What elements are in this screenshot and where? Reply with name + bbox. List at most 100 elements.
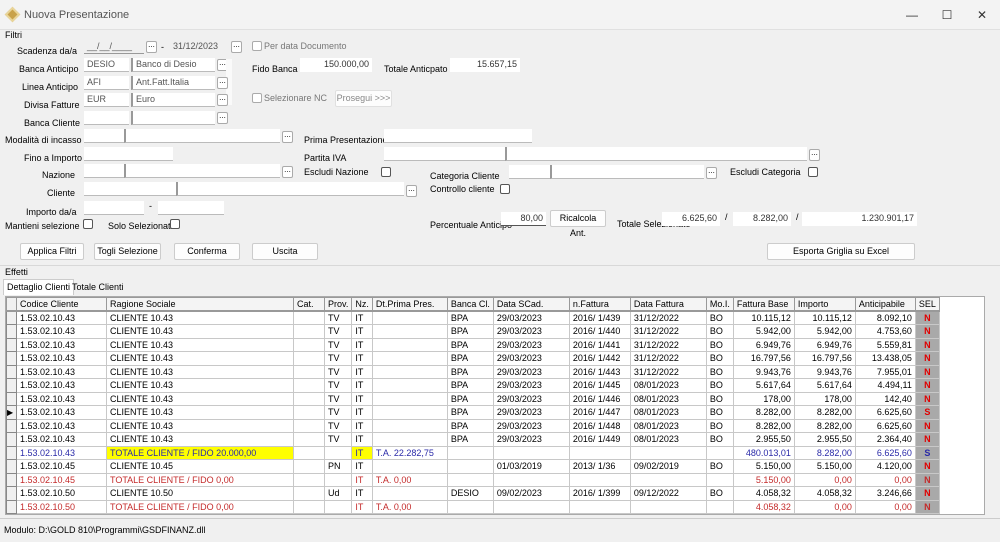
tab-totale-clienti[interactable]: Totale Clienti	[70, 281, 126, 293]
cell-fattura-base[interactable]: 480.013,01	[732, 445, 795, 460]
nazione-code-input[interactable]	[84, 164, 124, 178]
categoria-code-input[interactable]	[509, 165, 550, 179]
cell-importo[interactable]: 8.282,00	[793, 405, 856, 420]
table-row[interactable]: 1.53.02.10.43 CLIENTE 10.43 TV IT BPA 29/03/2…	[6, 337, 940, 352]
cell-data-fattura[interactable]: 08/01/2023	[629, 418, 707, 433]
column-header-codice-cliente[interactable]: Codice Cliente	[16, 297, 107, 312]
cell-importo[interactable]: 5.617,64	[793, 378, 856, 393]
categoria-desc-input[interactable]	[550, 165, 704, 179]
cell-sel[interactable]: N	[914, 486, 940, 501]
cell-fattura-base[interactable]: 8.282,00	[732, 405, 795, 420]
cell-mo-i[interactable]: BO	[705, 405, 734, 420]
table-row[interactable]: 1.53.02.10.43 CLIENTE 10.43 TV IT BPA 29/03/2…	[6, 432, 940, 447]
table-row[interactable]: 1.53.02.10.43 CLIENTE 10.43 TV IT BPA 29/03/2…	[6, 324, 940, 339]
cell-anticipabile[interactable]: 13.438,05	[854, 351, 916, 366]
scadenza-from-picker-button[interactable]: ...	[146, 41, 157, 53]
cell-data-fattura[interactable]: 09/12/2022	[629, 486, 707, 501]
cell-banca-cl[interactable]: BPA	[446, 405, 494, 420]
cell-mo-i[interactable]: BO	[705, 324, 734, 339]
cell-n-fattura[interactable]: 2016/ 1/443	[568, 364, 631, 379]
linea-anticipo-code-input[interactable]: AFI	[84, 76, 129, 90]
cell-nz[interactable]: IT	[351, 351, 373, 366]
column-header-data-scad[interactable]: Data SCad.	[492, 297, 570, 312]
cell-ragione-sociale[interactable]: CLIENTE 10.43	[106, 432, 294, 447]
cell-codice-cliente[interactable]: 1.53.02.10.43	[16, 391, 107, 406]
cell-prov[interactable]	[323, 445, 353, 460]
cell-anticipabile[interactable]: 4.494,11	[854, 378, 916, 393]
cell-fattura-base[interactable]: 16.797,56	[732, 351, 795, 366]
cell-codice-cliente[interactable]: 1.53.02.10.43	[16, 405, 107, 420]
cell-nz[interactable]: IT	[351, 499, 373, 514]
cell-n-fattura[interactable]	[568, 445, 631, 460]
cell-anticipabile[interactable]: 6.625,60	[854, 405, 916, 420]
cell-ragione-sociale[interactable]: CLIENTE 10.43	[106, 364, 294, 379]
cell-importo[interactable]: 5.942,00	[793, 324, 856, 339]
cell-banca-cl[interactable]: BPA	[446, 391, 494, 406]
column-header-sel[interactable]: SEL	[914, 297, 940, 312]
cell-ragione-sociale[interactable]: CLIENTE 10.50	[106, 486, 294, 501]
cell-anticipabile[interactable]: 5.559,81	[854, 337, 916, 352]
cell-mo-i[interactable]	[705, 472, 734, 487]
conferma-button[interactable]: Conferma	[174, 243, 240, 260]
cell-fattura-base[interactable]: 8.282,00	[732, 418, 795, 433]
banca-cliente-code-input[interactable]	[84, 111, 129, 125]
prosegui-button[interactable]: Prosegui >>>	[335, 90, 392, 107]
cell-sel[interactable]: N	[914, 337, 940, 352]
cell-ragione-sociale[interactable]: TOTALE CLIENTE / FIDO 0,00	[106, 472, 294, 487]
cell-n-fattura[interactable]: 2016/ 1/445	[568, 378, 631, 393]
cell-n-fattura[interactable]: 2016/ 1/442	[568, 351, 631, 366]
cell-data-fattura[interactable]: 31/12/2022	[629, 310, 707, 325]
cell-banca-cl[interactable]: DESIO	[446, 486, 494, 501]
cell-banca-cl[interactable]	[446, 445, 494, 460]
cell-n-fattura[interactable]: 2016/ 1/441	[568, 337, 631, 352]
divisa-lookup-button[interactable]: ...	[217, 94, 228, 106]
cell-data-scad[interactable]: 29/03/2023	[492, 378, 570, 393]
row-selector[interactable]	[6, 486, 17, 501]
column-header-anticipabile[interactable]: Anticipabile	[854, 297, 916, 312]
cell-codice-cliente[interactable]: 1.53.02.10.43	[16, 378, 107, 393]
cell-fattura-base[interactable]: 5.617,64	[732, 378, 795, 393]
cell-prov[interactable]: TV	[323, 418, 353, 433]
cell-nz[interactable]: IT	[351, 445, 373, 460]
cell-anticipabile[interactable]: 142,40	[854, 391, 916, 406]
cell-data-scad[interactable]: 09/02/2023	[492, 486, 570, 501]
row-selector[interactable]	[6, 364, 17, 379]
cell-ragione-sociale[interactable]: CLIENTE 10.43	[106, 351, 294, 366]
cell-importo[interactable]: 9.943,76	[793, 364, 856, 379]
cell-nz[interactable]: IT	[351, 337, 373, 352]
cell-sel[interactable]: N	[914, 310, 940, 325]
cell-prov[interactable]	[323, 472, 353, 487]
cell-fattura-base[interactable]: 4.058,32	[732, 499, 795, 514]
cell-sel[interactable]: N	[914, 351, 940, 366]
cell-fattura-base[interactable]: 5.150,00	[732, 472, 795, 487]
table-row[interactable]: 1.53.02.10.43 TOTALE CLIENTE / FIDO 20.00…	[6, 445, 940, 460]
cell-nz[interactable]: IT	[351, 405, 373, 420]
scadenza-to-input[interactable]: 31/12/2023	[170, 40, 229, 54]
cell-mo-i[interactable]: BO	[705, 351, 734, 366]
row-selector[interactable]	[6, 472, 17, 487]
cell-cat[interactable]	[293, 351, 325, 366]
cell-banca-cl[interactable]: BPA	[446, 310, 494, 325]
row-selector[interactable]	[6, 378, 17, 393]
cell-n-fattura[interactable]: 2016/ 1/440	[568, 324, 631, 339]
applica-filtri-button[interactable]: Applica Filtri	[20, 243, 84, 260]
cell-mo-i[interactable]	[705, 499, 734, 514]
cell-nz[interactable]: IT	[351, 310, 373, 325]
cell-prov[interactable]: Ud	[323, 486, 353, 501]
row-selector[interactable]	[6, 499, 17, 514]
cell-importo[interactable]: 2.955,50	[793, 432, 856, 447]
cell-mo-i[interactable]: BO	[705, 418, 734, 433]
cell-data-fattura[interactable]: 08/01/2023	[629, 405, 707, 420]
column-header-importo[interactable]: Importo	[793, 297, 856, 312]
importo-to-input[interactable]	[158, 201, 224, 215]
cell-ragione-sociale[interactable]: CLIENTE 10.43	[106, 405, 294, 420]
cell-mo-i[interactable]: BO	[705, 391, 734, 406]
cell-dt-prima-pres[interactable]: T.A. 22.282,75	[371, 445, 448, 460]
prima-presentazione-input[interactable]	[384, 129, 532, 143]
cell-anticipabile[interactable]: 8.092,10	[854, 310, 916, 325]
cell-mo-i[interactable]: BO	[705, 337, 734, 352]
selezionare-nc-checkbox[interactable]	[252, 93, 262, 103]
cell-data-scad[interactable]	[492, 445, 570, 460]
cell-cat[interactable]	[293, 364, 325, 379]
tab-dettaglio-clienti[interactable]: Dettaglio Clienti	[3, 279, 75, 295]
